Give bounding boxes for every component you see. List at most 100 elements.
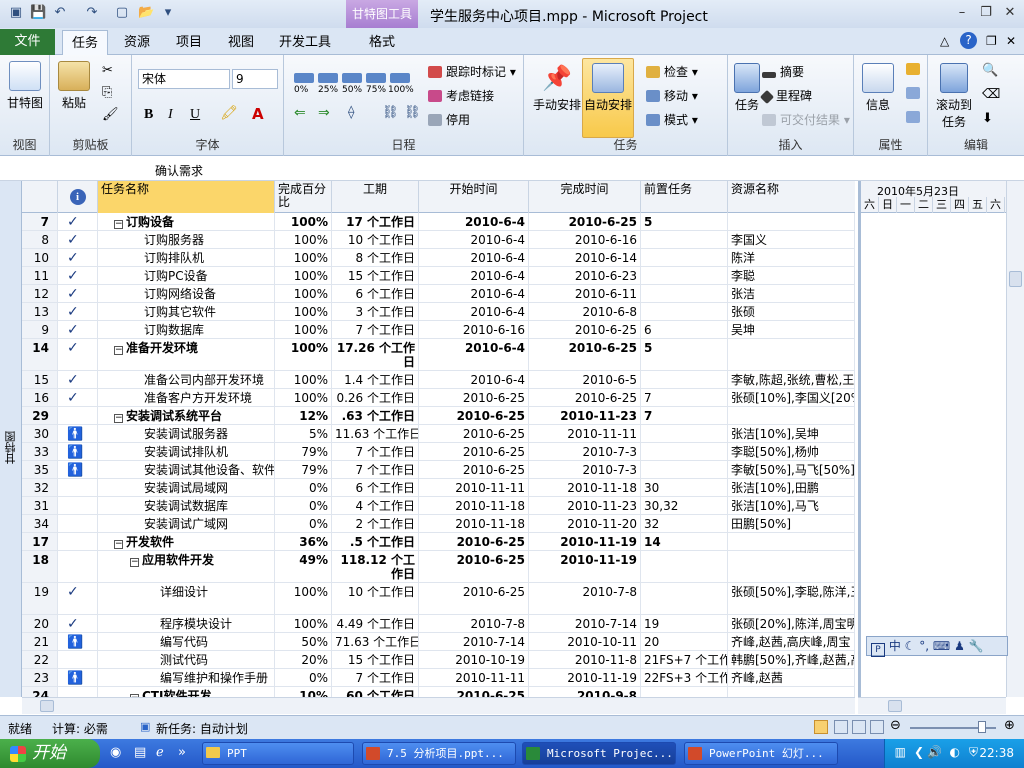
cell-finish[interactable]: 2010-11-23 xyxy=(529,407,641,424)
collapse-icon[interactable]: − xyxy=(114,346,123,355)
table-row[interactable]: 9 ✓ 订购数据库 100% 7 个工作日 2010-6-16 2010-6-25 6 吴坤 xyxy=(22,321,855,339)
cell-start[interactable]: 2010-6-25 xyxy=(419,407,529,424)
tray-volume-icon[interactable]: 🔊 xyxy=(927,745,942,759)
header-percent-complete[interactable]: 完成百分比 xyxy=(275,181,332,213)
help-icon[interactable]: ? xyxy=(960,32,977,49)
cell-task-name[interactable]: 安装调试数据库 xyxy=(98,497,275,514)
cell-resource-names[interactable]: 李敏[50%],马飞[50%] xyxy=(728,461,855,478)
cell-finish[interactable]: 2010-9-8 xyxy=(529,687,641,697)
cell-duration[interactable]: 118.12 个工作日 xyxy=(332,551,419,582)
cell-predecessors[interactable] xyxy=(641,461,728,478)
cell-indicator[interactable]: 🚹 xyxy=(58,669,98,686)
auto-schedule-button[interactable]: 自动安排 xyxy=(582,58,634,138)
cell-start[interactable]: 2010-6-25 xyxy=(419,533,529,550)
move-button[interactable]: 移动 ▾ xyxy=(646,87,698,105)
cell-duration[interactable]: 10 个工作日 xyxy=(332,583,419,614)
cell-indicator[interactable]: ✓ xyxy=(58,321,98,338)
cell-id[interactable]: 7 xyxy=(22,213,58,230)
tab-task[interactable]: 任务 xyxy=(62,30,108,55)
collapse-icon[interactable]: − xyxy=(130,558,139,567)
cell-predecessors[interactable] xyxy=(641,267,728,284)
cell-resource-names[interactable] xyxy=(728,407,855,424)
cell-duration[interactable]: 8 个工作日 xyxy=(332,249,419,266)
cell-start[interactable]: 2010-6-25 xyxy=(419,583,529,614)
cell-percent-complete[interactable]: 100% xyxy=(275,389,332,406)
taskbar-item-ppt-file[interactable]: 7.5 分析项目.ppt... xyxy=(362,742,516,765)
gantt-chart-button[interactable]: 甘特图 xyxy=(4,61,46,111)
collapse-icon[interactable]: − xyxy=(114,540,123,549)
cell-resource-names[interactable] xyxy=(728,551,855,582)
cell-duration[interactable]: 15 个工作日 xyxy=(332,651,419,668)
pct-0-icon[interactable] xyxy=(294,73,314,83)
tab-developer[interactable]: 开发工具 xyxy=(272,30,338,55)
cell-indicator[interactable]: 🚹 xyxy=(58,633,98,650)
cell-percent-complete[interactable]: 100% xyxy=(275,339,332,370)
cell-resource-names[interactable]: 李聪[50%],杨帅 xyxy=(728,443,855,460)
cell-task-name[interactable]: 程序模块设计 xyxy=(98,615,275,632)
header-resource-names[interactable]: 资源名称 xyxy=(728,181,855,213)
cell-finish[interactable]: 2010-7-3 xyxy=(529,443,641,460)
tab-file[interactable]: 文件 xyxy=(0,29,55,55)
cell-resource-names[interactable]: 齐峰,赵茜 xyxy=(728,669,855,686)
cell-start[interactable]: 2010-7-8 xyxy=(419,615,529,632)
cell-predecessors[interactable]: 22FS+3 个工作日 xyxy=(641,669,728,686)
cell-indicator[interactable] xyxy=(58,651,98,668)
cell-indicator[interactable] xyxy=(58,687,98,697)
cell-predecessors[interactable]: 30 xyxy=(641,479,728,496)
cell-predecessors[interactable]: 6 xyxy=(641,321,728,338)
cell-indicator[interactable]: ✓ xyxy=(58,285,98,302)
pct-100-icon[interactable] xyxy=(390,73,410,83)
cell-task-name[interactable]: 准备公司内部开发环境 xyxy=(98,371,275,388)
cell-start[interactable]: 2010-6-25 xyxy=(419,551,529,582)
cell-resource-names[interactable]: 李聪 xyxy=(728,267,855,284)
cell-id[interactable]: 35 xyxy=(22,461,58,478)
cell-duration[interactable]: 17.26 个工作日 xyxy=(332,339,419,370)
cell-id[interactable]: 32 xyxy=(22,479,58,496)
cell-predecessors[interactable] xyxy=(641,303,728,320)
ime-keyboard-icon[interactable]: ⌨ xyxy=(933,639,950,653)
deliverable-button[interactable]: 可交付结果 ▾ xyxy=(762,111,850,129)
cell-indicator[interactable] xyxy=(58,533,98,550)
format-painter-icon[interactable]: 🖌 xyxy=(102,107,119,122)
gantt-chart-area[interactable]: 2010年5月23日 六日一二三四五六 xyxy=(858,181,1011,697)
cell-id[interactable]: 34 xyxy=(22,515,58,532)
table-row[interactable]: 10 ✓ 订购排队机 100% 8 个工作日 2010-6-4 2010-6-14 陈洋 xyxy=(22,249,855,267)
cell-finish[interactable]: 2010-7-14 xyxy=(529,615,641,632)
cell-start[interactable]: 2010-6-4 xyxy=(419,231,529,248)
cell-predecessors[interactable]: 14 xyxy=(641,533,728,550)
unlink-tasks-icon[interactable]: ⛓ xyxy=(404,105,421,120)
cell-resource-names[interactable] xyxy=(728,687,855,697)
cell-task-name[interactable]: − 准备开发环境 xyxy=(98,339,275,370)
restore-button[interactable]: ❐ xyxy=(976,4,996,22)
cell-resource-names[interactable]: 吴坤 xyxy=(728,321,855,338)
cell-duration[interactable]: 71.63 个工作日 xyxy=(332,633,419,650)
collapse-icon[interactable]: − xyxy=(114,220,123,229)
respect-links-button[interactable]: 考虑链接 xyxy=(428,87,494,105)
cell-predecessors[interactable] xyxy=(641,425,728,442)
header-indicators[interactable]: i xyxy=(58,181,98,213)
cell-indicator[interactable]: ✓ xyxy=(58,389,98,406)
cell-id[interactable]: 10 xyxy=(22,249,58,266)
cell-task-name[interactable]: 测试代码 xyxy=(98,651,275,668)
indent-icon[interactable]: ⇒ xyxy=(318,105,330,121)
pct-75-icon[interactable] xyxy=(366,73,386,83)
cell-finish[interactable]: 2010-6-25 xyxy=(529,389,641,406)
clear-icon[interactable]: ⌫ xyxy=(982,87,1000,102)
cell-indicator[interactable]: 🚹 xyxy=(58,425,98,442)
inactivate-button[interactable]: 停用 xyxy=(428,111,470,129)
cell-start[interactable]: 2010-6-4 xyxy=(419,213,529,230)
cell-resource-names[interactable]: 田鹏[50%] xyxy=(728,515,855,532)
cell-finish[interactable]: 2010-6-25 xyxy=(529,213,641,230)
cell-id[interactable]: 15 xyxy=(22,371,58,388)
cell-id[interactable]: 11 xyxy=(22,267,58,284)
cell-indicator[interactable] xyxy=(58,479,98,496)
cell-task-name[interactable]: 安装调试排队机 xyxy=(98,443,275,460)
cell-start[interactable]: 2010-11-11 xyxy=(419,479,529,496)
cell-id[interactable]: 12 xyxy=(22,285,58,302)
cell-id[interactable]: 21 xyxy=(22,633,58,650)
cell-percent-complete[interactable]: 79% xyxy=(275,443,332,460)
doc-close-icon[interactable]: ✕ xyxy=(1006,34,1016,48)
cell-indicator[interactable]: 🚹 xyxy=(58,461,98,478)
team-planner-icon[interactable] xyxy=(852,720,866,734)
cell-indicator[interactable]: ✓ xyxy=(58,267,98,284)
